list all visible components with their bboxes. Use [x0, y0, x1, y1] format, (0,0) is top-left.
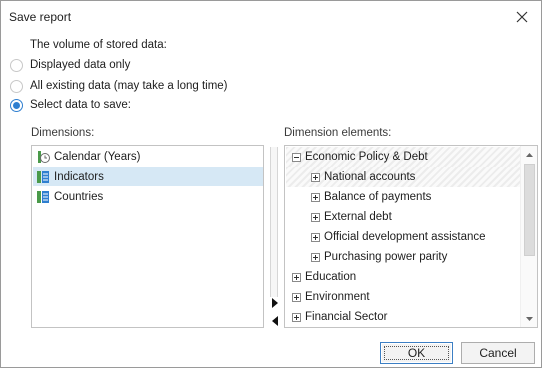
dimension-elements-tree[interactable]: Economic Policy & Debt National accounts B…: [284, 145, 538, 328]
radio-label: All existing data (may take a long time): [30, 80, 228, 92]
tree-row-label: External debt: [324, 211, 392, 223]
tree-row[interactable]: Balance of payments: [286, 187, 521, 207]
move-left-button[interactable]: [268, 314, 281, 327]
scroll-down-button[interactable]: [521, 310, 537, 327]
expand-icon[interactable]: [311, 232, 320, 242]
radio-displayed-data-only[interactable]: Displayed data only: [10, 57, 130, 73]
volume-label: The volume of stored data:: [30, 39, 167, 51]
chevron-down-icon: [526, 316, 533, 321]
dimensions-list[interactable]: Calendar (Years) Indicators Countries: [31, 145, 264, 328]
close-icon: [516, 11, 528, 23]
radio-all-existing-data[interactable]: All existing data (may take a long time): [10, 78, 228, 94]
dimension-item-label: Calendar (Years): [54, 150, 141, 163]
dictionary-icon: [37, 190, 49, 203]
panel-splitter[interactable]: [270, 147, 278, 297]
scroll-thumb[interactable]: [524, 164, 535, 256]
expand-icon[interactable]: [311, 212, 320, 222]
dimension-item-indicators[interactable]: Indicators: [33, 167, 263, 186]
expand-icon[interactable]: [311, 192, 320, 202]
expand-icon[interactable]: [292, 292, 301, 302]
radio-button[interactable]: [10, 98, 23, 112]
vertical-scrollbar[interactable]: [520, 146, 537, 327]
dimension-item-label: Indicators: [54, 170, 104, 183]
dictionary-icon: [37, 170, 49, 183]
arrow-left-icon: [271, 315, 278, 326]
title-bar: Save report: [1, 1, 541, 32]
tree-row[interactable]: Education: [286, 267, 521, 287]
dimension-item-label: Countries: [54, 190, 104, 203]
radio-button[interactable]: [10, 58, 23, 72]
move-right-button[interactable]: [268, 296, 281, 309]
tree-row-label: Education: [305, 271, 357, 283]
tree-row-label: Purchasing power parity: [324, 251, 448, 263]
tree-row[interactable]: Financial Sector: [286, 307, 521, 327]
scroll-up-button[interactable]: [521, 146, 537, 163]
tree-row-label: Balance of payments: [324, 191, 432, 203]
close-button[interactable]: [511, 6, 533, 28]
dimension-elements-label: Dimension elements:: [284, 127, 392, 139]
tree-row[interactable]: National accounts: [286, 167, 521, 187]
tree-row[interactable]: Economic Policy & Debt: [286, 147, 521, 167]
tree-row-label: Financial Sector: [305, 311, 388, 323]
radio-label: Select data to save:: [30, 99, 132, 111]
tree-row-label: Economic Policy & Debt: [305, 151, 428, 163]
expand-icon[interactable]: [292, 272, 301, 282]
expand-icon[interactable]: [311, 252, 320, 262]
radio-select-data-to-save[interactable]: Select data to save:: [10, 97, 131, 113]
expand-icon[interactable]: [292, 312, 301, 322]
tree-row[interactable]: Official development assistance: [286, 227, 521, 247]
cancel-button[interactable]: Cancel: [461, 342, 535, 364]
arrow-right-icon: [271, 297, 278, 308]
tree-row-label: National accounts: [324, 171, 416, 183]
tree-row-label: Official development assistance: [324, 231, 486, 243]
ok-button[interactable]: OK: [380, 342, 453, 364]
collapse-icon[interactable]: [292, 152, 301, 162]
tree-row[interactable]: Environment: [286, 287, 521, 307]
tree-row-label: Environment: [305, 291, 370, 303]
dialog-title: Save report: [9, 10, 72, 24]
save-report-dialog: Save report The volume of stored data: D…: [0, 0, 542, 368]
tree-row[interactable]: External debt: [286, 207, 521, 227]
tree-row[interactable]: Purchasing power parity: [286, 247, 521, 267]
dimensions-label: Dimensions:: [31, 127, 95, 139]
radio-label: Displayed data only: [30, 59, 131, 71]
dimension-item-countries[interactable]: Countries: [33, 187, 263, 206]
chevron-up-icon: [526, 152, 533, 157]
expand-icon[interactable]: [311, 172, 320, 182]
calendar-dimension-icon: [38, 150, 50, 163]
radio-button[interactable]: [10, 79, 23, 93]
dimension-item-calendar[interactable]: Calendar (Years): [33, 147, 263, 166]
